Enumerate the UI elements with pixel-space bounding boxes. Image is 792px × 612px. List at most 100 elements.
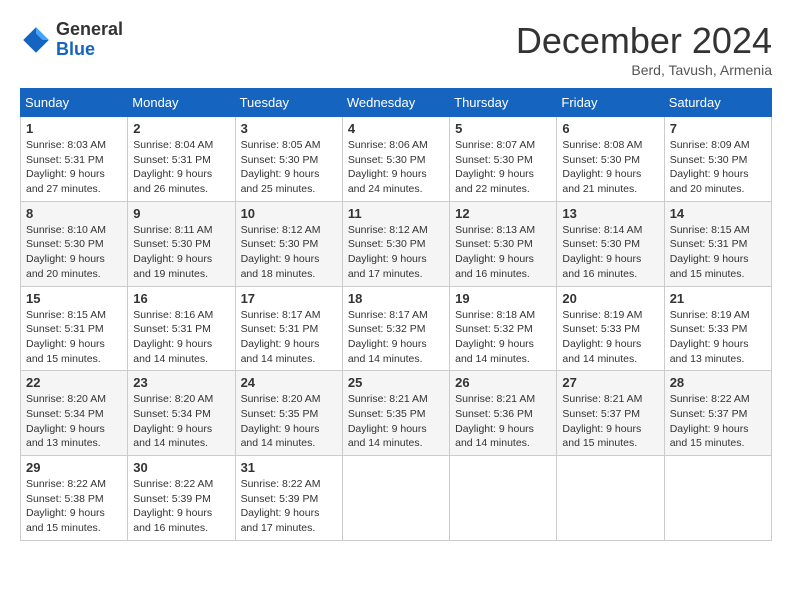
day-number: 14	[670, 206, 766, 221]
calendar-cell: 6 Sunrise: 8:08 AMSunset: 5:30 PMDayligh…	[557, 117, 664, 202]
day-info: Sunrise: 8:15 AMSunset: 5:31 PMDaylight:…	[670, 224, 750, 280]
day-info: Sunrise: 8:22 AMSunset: 5:39 PMDaylight:…	[133, 478, 213, 534]
month-title: December 2024	[516, 20, 772, 62]
week-row-2: 8 Sunrise: 8:10 AMSunset: 5:30 PMDayligh…	[21, 201, 772, 286]
day-info: Sunrise: 8:22 AMSunset: 5:39 PMDaylight:…	[241, 478, 321, 534]
day-info: Sunrise: 8:18 AMSunset: 5:32 PMDaylight:…	[455, 309, 535, 365]
day-number: 9	[133, 206, 229, 221]
calendar-cell: 28 Sunrise: 8:22 AMSunset: 5:37 PMDaylig…	[664, 371, 771, 456]
day-number: 8	[26, 206, 122, 221]
week-row-1: 1 Sunrise: 8:03 AMSunset: 5:31 PMDayligh…	[21, 117, 772, 202]
weekday-header-sunday: Sunday	[21, 89, 128, 117]
day-number: 7	[670, 121, 766, 136]
day-number: 25	[348, 375, 444, 390]
week-row-4: 22 Sunrise: 8:20 AMSunset: 5:34 PMDaylig…	[21, 371, 772, 456]
day-number: 19	[455, 291, 551, 306]
day-number: 22	[26, 375, 122, 390]
day-number: 27	[562, 375, 658, 390]
calendar-cell: 25 Sunrise: 8:21 AMSunset: 5:35 PMDaylig…	[342, 371, 449, 456]
calendar-cell	[342, 456, 449, 541]
day-info: Sunrise: 8:21 AMSunset: 5:36 PMDaylight:…	[455, 393, 535, 449]
calendar-cell: 2 Sunrise: 8:04 AMSunset: 5:31 PMDayligh…	[128, 117, 235, 202]
day-info: Sunrise: 8:10 AMSunset: 5:30 PMDaylight:…	[26, 224, 106, 280]
calendar-cell: 24 Sunrise: 8:20 AMSunset: 5:35 PMDaylig…	[235, 371, 342, 456]
day-number: 3	[241, 121, 337, 136]
calendar-cell: 5 Sunrise: 8:07 AMSunset: 5:30 PMDayligh…	[450, 117, 557, 202]
day-info: Sunrise: 8:05 AMSunset: 5:30 PMDaylight:…	[241, 139, 321, 195]
day-info: Sunrise: 8:20 AMSunset: 5:34 PMDaylight:…	[26, 393, 106, 449]
day-info: Sunrise: 8:09 AMSunset: 5:30 PMDaylight:…	[670, 139, 750, 195]
logo-icon	[20, 24, 52, 56]
day-number: 12	[455, 206, 551, 221]
day-number: 2	[133, 121, 229, 136]
day-info: Sunrise: 8:21 AMSunset: 5:37 PMDaylight:…	[562, 393, 642, 449]
calendar-cell: 21 Sunrise: 8:19 AMSunset: 5:33 PMDaylig…	[664, 286, 771, 371]
day-number: 26	[455, 375, 551, 390]
calendar-cell: 22 Sunrise: 8:20 AMSunset: 5:34 PMDaylig…	[21, 371, 128, 456]
logo-general-text: General	[56, 20, 123, 40]
day-number: 15	[26, 291, 122, 306]
calendar-cell: 19 Sunrise: 8:18 AMSunset: 5:32 PMDaylig…	[450, 286, 557, 371]
day-info: Sunrise: 8:17 AMSunset: 5:32 PMDaylight:…	[348, 309, 428, 365]
day-number: 31	[241, 460, 337, 475]
day-number: 30	[133, 460, 229, 475]
calendar-cell: 30 Sunrise: 8:22 AMSunset: 5:39 PMDaylig…	[128, 456, 235, 541]
calendar-cell: 14 Sunrise: 8:15 AMSunset: 5:31 PMDaylig…	[664, 201, 771, 286]
calendar-cell: 15 Sunrise: 8:15 AMSunset: 5:31 PMDaylig…	[21, 286, 128, 371]
page-header: General Blue December 2024 Berd, Tavush,…	[20, 20, 772, 78]
day-info: Sunrise: 8:19 AMSunset: 5:33 PMDaylight:…	[670, 309, 750, 365]
calendar-cell: 29 Sunrise: 8:22 AMSunset: 5:38 PMDaylig…	[21, 456, 128, 541]
day-info: Sunrise: 8:15 AMSunset: 5:31 PMDaylight:…	[26, 309, 106, 365]
day-info: Sunrise: 8:12 AMSunset: 5:30 PMDaylight:…	[241, 224, 321, 280]
calendar-table: SundayMondayTuesdayWednesdayThursdayFrid…	[20, 88, 772, 541]
day-info: Sunrise: 8:22 AMSunset: 5:37 PMDaylight:…	[670, 393, 750, 449]
weekday-header-thursday: Thursday	[450, 89, 557, 117]
calendar-cell: 1 Sunrise: 8:03 AMSunset: 5:31 PMDayligh…	[21, 117, 128, 202]
calendar-cell: 4 Sunrise: 8:06 AMSunset: 5:30 PMDayligh…	[342, 117, 449, 202]
calendar-cell: 11 Sunrise: 8:12 AMSunset: 5:30 PMDaylig…	[342, 201, 449, 286]
day-info: Sunrise: 8:14 AMSunset: 5:30 PMDaylight:…	[562, 224, 642, 280]
day-number: 1	[26, 121, 122, 136]
weekday-header-tuesday: Tuesday	[235, 89, 342, 117]
calendar-cell	[664, 456, 771, 541]
calendar-cell: 20 Sunrise: 8:19 AMSunset: 5:33 PMDaylig…	[557, 286, 664, 371]
day-info: Sunrise: 8:20 AMSunset: 5:35 PMDaylight:…	[241, 393, 321, 449]
day-info: Sunrise: 8:12 AMSunset: 5:30 PMDaylight:…	[348, 224, 428, 280]
day-number: 10	[241, 206, 337, 221]
weekday-header-wednesday: Wednesday	[342, 89, 449, 117]
calendar-cell: 16 Sunrise: 8:16 AMSunset: 5:31 PMDaylig…	[128, 286, 235, 371]
weekday-header-saturday: Saturday	[664, 89, 771, 117]
day-info: Sunrise: 8:19 AMSunset: 5:33 PMDaylight:…	[562, 309, 642, 365]
calendar-cell: 23 Sunrise: 8:20 AMSunset: 5:34 PMDaylig…	[128, 371, 235, 456]
calendar-cell	[557, 456, 664, 541]
day-number: 5	[455, 121, 551, 136]
day-number: 11	[348, 206, 444, 221]
calendar-cell	[450, 456, 557, 541]
day-number: 29	[26, 460, 122, 475]
day-number: 4	[348, 121, 444, 136]
day-info: Sunrise: 8:17 AMSunset: 5:31 PMDaylight:…	[241, 309, 321, 365]
day-info: Sunrise: 8:21 AMSunset: 5:35 PMDaylight:…	[348, 393, 428, 449]
calendar-cell: 9 Sunrise: 8:11 AMSunset: 5:30 PMDayligh…	[128, 201, 235, 286]
weekday-header-monday: Monday	[128, 89, 235, 117]
weekday-header-friday: Friday	[557, 89, 664, 117]
calendar-cell: 3 Sunrise: 8:05 AMSunset: 5:30 PMDayligh…	[235, 117, 342, 202]
day-info: Sunrise: 8:22 AMSunset: 5:38 PMDaylight:…	[26, 478, 106, 534]
day-number: 23	[133, 375, 229, 390]
logo-blue-text: Blue	[56, 40, 123, 60]
day-info: Sunrise: 8:20 AMSunset: 5:34 PMDaylight:…	[133, 393, 213, 449]
calendar-cell: 31 Sunrise: 8:22 AMSunset: 5:39 PMDaylig…	[235, 456, 342, 541]
day-info: Sunrise: 8:06 AMSunset: 5:30 PMDaylight:…	[348, 139, 428, 195]
day-info: Sunrise: 8:07 AMSunset: 5:30 PMDaylight:…	[455, 139, 535, 195]
logo: General Blue	[20, 20, 123, 60]
day-info: Sunrise: 8:13 AMSunset: 5:30 PMDaylight:…	[455, 224, 535, 280]
calendar-cell: 18 Sunrise: 8:17 AMSunset: 5:32 PMDaylig…	[342, 286, 449, 371]
week-row-5: 29 Sunrise: 8:22 AMSunset: 5:38 PMDaylig…	[21, 456, 772, 541]
calendar-cell: 26 Sunrise: 8:21 AMSunset: 5:36 PMDaylig…	[450, 371, 557, 456]
calendar-cell: 13 Sunrise: 8:14 AMSunset: 5:30 PMDaylig…	[557, 201, 664, 286]
day-info: Sunrise: 8:11 AMSunset: 5:30 PMDaylight:…	[133, 224, 212, 280]
calendar-cell: 10 Sunrise: 8:12 AMSunset: 5:30 PMDaylig…	[235, 201, 342, 286]
day-number: 6	[562, 121, 658, 136]
day-number: 13	[562, 206, 658, 221]
day-number: 20	[562, 291, 658, 306]
